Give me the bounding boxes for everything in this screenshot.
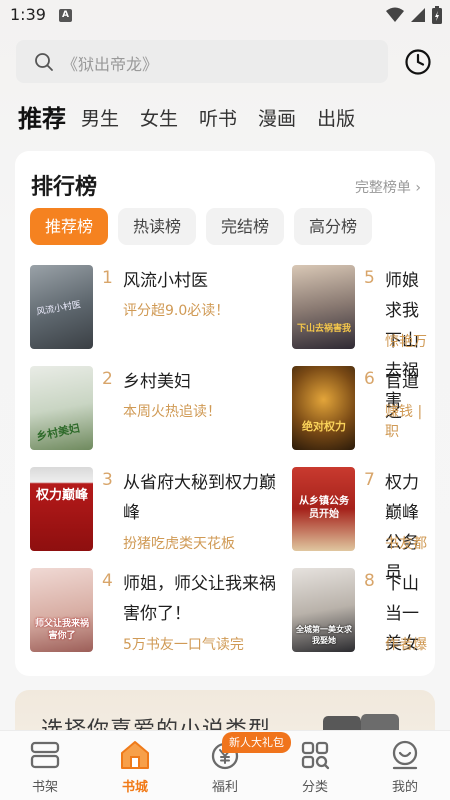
tab-audiobook[interactable]: 听书 [199, 104, 237, 134]
cover-title-8: 全城第一美女求我娶她 [296, 625, 352, 645]
search-row: 《狱出帝龙》 [16, 40, 434, 84]
book-item-3[interactable]: 权力巅峰 3 从省府大秘到权力巅峰 扮猪吃虎类天花板 [30, 467, 280, 552]
rank-number-3: 3 [102, 470, 113, 490]
nav-label-bookshelf: 书架 [31, 780, 58, 795]
ranking-title: 排行榜 [31, 175, 98, 200]
book-title-1: 风流小村医 [123, 271, 208, 291]
book-cover-4: 师父让我来祸害你了 [30, 568, 93, 652]
pill-high-score[interactable]: 高分榜 [294, 208, 373, 245]
cover-title-5: 下山去祸害我 [296, 324, 351, 334]
rank-number-1: 1 [102, 268, 113, 288]
cover-title-2: 乡村美妇 [35, 421, 81, 444]
bookshelf-icon [30, 741, 60, 769]
nav-bookshelf[interactable]: 书架 [0, 731, 90, 800]
book-item-1[interactable]: 风流小村医 1 风流小村医 评分超9.0必读！ [30, 265, 280, 349]
tab-male[interactable]: 男生 [81, 104, 119, 134]
rank-number-2: 2 [102, 369, 113, 389]
tab-recommend[interactable]: 推荐 [18, 104, 66, 134]
book-cover-2: 乡村美妇 [30, 366, 93, 450]
cover-title-7: 从乡镇公务员开始 [299, 496, 349, 520]
rank-number-5: 5 [364, 268, 375, 288]
book-cover-3: 权力巅峰 [30, 467, 93, 551]
status-bar: 1:39 A [0, 0, 450, 32]
new-user-gift-badge[interactable]: 新人大礼包 [222, 732, 291, 753]
ranking-pills: 推荐榜 热读榜 完结榜 高分榜 [30, 208, 373, 245]
notification-badge-icon: A [59, 9, 72, 22]
book-cover-6: 绝对权力 [292, 366, 355, 450]
search-placeholder: 《狱出帝龙》 [62, 55, 159, 74]
nav-label-profile: 我的 [391, 780, 418, 795]
pill-finished[interactable]: 完结榜 [206, 208, 285, 245]
book-tag-7: 书友都 [385, 536, 427, 552]
book-cover-8: 全城第一美女求我娶她 [292, 568, 355, 652]
book-tag-1: 评分超9.0必读！ [123, 303, 230, 319]
nav-profile[interactable]: 我的 [360, 731, 450, 800]
pill-recommend[interactable]: 推荐榜 [30, 208, 109, 245]
cover-title-6: 绝对权力 [302, 420, 346, 433]
rank-number-6: 6 [364, 369, 375, 389]
search-input[interactable]: 《狱出帝龙》 [16, 40, 388, 83]
tab-female[interactable]: 女生 [140, 104, 178, 134]
home-icon [121, 741, 149, 769]
book-item-7[interactable]: 从乡镇公务员开始 7 权力巅峰公务员 书友都 [292, 467, 435, 583]
full-ranking-link[interactable]: 完整榜单 › [355, 177, 421, 197]
book-tag-5: 惊艳万 [385, 334, 427, 350]
book-tag-6: 赚钱 | 职 [385, 404, 423, 440]
rank-number-7: 7 [364, 470, 375, 490]
book-title-4: 师姐，师父让我来祸害你了！ [123, 574, 276, 624]
signal-icon [411, 8, 425, 22]
nav-label-welfare: 福利 [211, 780, 238, 795]
book-tag-4: 5万书友一口气读完 [123, 637, 244, 653]
cover-title-4: 师父让我来祸害你了 [34, 619, 89, 641]
book-item-2[interactable]: 乡村美妇 2 乡村美妇 本周火热追读！ [30, 366, 280, 450]
book-title-3: 从省府大秘到权力巅峰 [123, 473, 276, 523]
rank-number-8: 8 [364, 571, 375, 591]
rank-number-4: 4 [102, 571, 113, 591]
profile-smile-icon [392, 740, 418, 770]
tab-comic[interactable]: 漫画 [258, 104, 296, 134]
system-icons [386, 6, 442, 24]
category-grid-icon [301, 741, 330, 770]
book-cover-5: 下山去祸害我 [292, 265, 355, 349]
pill-hot[interactable]: 热读榜 [118, 208, 197, 245]
status-time: 1:39 [10, 5, 46, 24]
battery-icon [432, 6, 442, 24]
channel-tabs: 推荐 男生 女生 听书 漫画 出版 [18, 100, 376, 134]
book-item-8[interactable]: 全城第一美女求我娶她 8 下山当一美女 作者爆 [292, 568, 435, 654]
book-tag-2: 本周火热追读！ [123, 404, 221, 420]
book-item-5[interactable]: 下山去祸害我 5 师娘求我下山去祸害 惊艳万 [292, 265, 435, 411]
cover-title-1: 风流小村医 [35, 300, 82, 318]
nav-bookstore[interactable]: 书城 [90, 731, 180, 800]
search-icon [35, 53, 53, 71]
ranking-card: 排行榜 完整榜单 › 推荐榜 热读榜 完结榜 高分榜 风流小村医 1 风流小村医… [15, 151, 435, 676]
cover-title-3: 权力巅峰 [35, 488, 88, 503]
nav-label-bookstore: 书城 [121, 780, 148, 795]
wifi-icon [386, 7, 404, 22]
book-cover-1: 风流小村医 [30, 265, 93, 349]
book-cover-7: 从乡镇公务员开始 [292, 467, 355, 551]
clock-icon[interactable] [404, 48, 432, 76]
book-tag-3: 扮猪吃虎类天花板 [123, 536, 235, 552]
book-item-6[interactable]: 绝对权力 6 官道之 赚钱 | 职 [292, 366, 435, 450]
nav-label-category: 分类 [301, 780, 328, 795]
book-title-2: 乡村美妇 [123, 372, 191, 392]
tab-publish[interactable]: 出版 [317, 104, 355, 134]
book-tag-8: 作者爆 [385, 637, 427, 653]
book-item-4[interactable]: 师父让我来祸害你了 4 师姐，师父让我来祸害你了！ 5万书友一口气读完 [30, 568, 280, 653]
